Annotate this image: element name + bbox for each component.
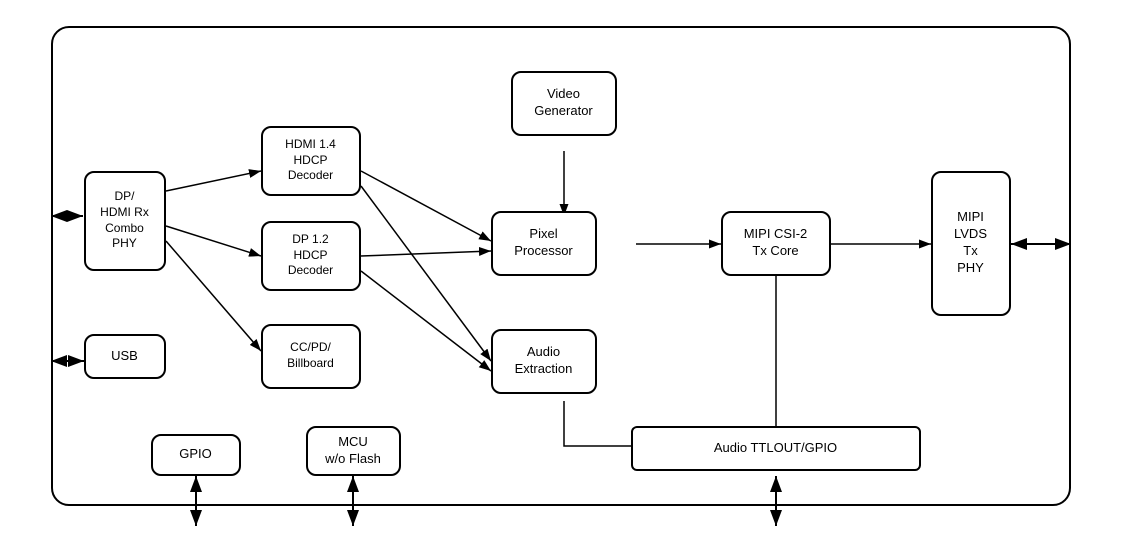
pixel-proc-block: PixelProcessor [491,211,597,276]
video-gen-label: VideoGenerator [534,86,593,120]
gpio-block: GPIO [151,434,241,476]
hdmi-decoder-label: HDMI 1.4HDCPDecoder [285,137,336,184]
usb-label: USB [111,348,138,365]
mcu-block: MCUw/o Flash [306,426,401,476]
video-gen-block: VideoGenerator [511,71,617,136]
mipi-lvds-label: MIPILVDSTxPHY [954,209,987,277]
audio-extract-label: AudioExtraction [515,344,573,378]
gpio-label: GPIO [179,446,212,463]
dp-hdmi-phy-block: DP/HDMI RxComboPHY [84,171,166,271]
dp-decoder-block: DP 1.2HDCPDecoder [261,221,361,291]
audio-ttl-label: Audio TTLOUT/GPIO [714,440,837,457]
mipi-lvds-block: MIPILVDSTxPHY [931,171,1011,316]
audio-extract-block: AudioExtraction [491,329,597,394]
dp-hdmi-phy-label: DP/HDMI RxComboPHY [100,189,149,251]
pixel-proc-label: PixelProcessor [514,226,573,260]
mcu-label: MCUw/o Flash [325,434,381,468]
cc-pd-block: CC/PD/Billboard [261,324,361,389]
cc-pd-label: CC/PD/Billboard [287,340,334,371]
usb-block: USB [84,334,166,379]
dp-decoder-label: DP 1.2HDCPDecoder [288,232,333,279]
mipi-csi2-block: MIPI CSI-2Tx Core [721,211,831,276]
audio-ttl-block: Audio TTLOUT/GPIO [631,426,921,471]
mipi-csi2-label: MIPI CSI-2Tx Core [744,226,808,260]
hdmi-decoder-block: HDMI 1.4HDCPDecoder [261,126,361,196]
diagram-wrapper: DP/HDMI RxComboPHY USB HDMI 1.4HDCPDecod… [21,16,1111,536]
